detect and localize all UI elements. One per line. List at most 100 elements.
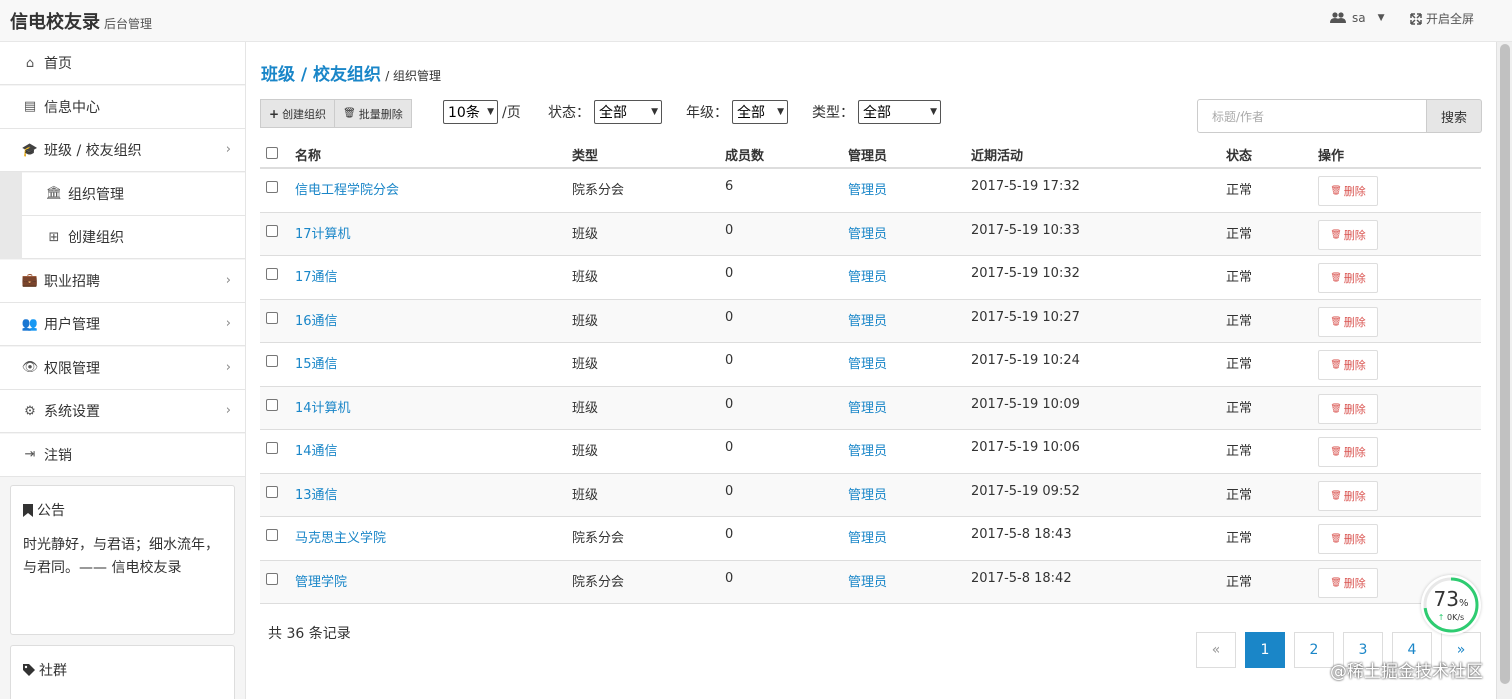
select-all-checkbox[interactable] (266, 139, 278, 167)
status-select[interactable]: 全部 ▼ (594, 100, 662, 124)
admin-link[interactable]: 管理员 (848, 387, 887, 430)
chevron-right-icon: › (225, 142, 231, 157)
table-row: 16通信 班级 0 管理员 2017-5-19 10:27 正常 🗑 删除 (260, 299, 1481, 343)
create-org-button[interactable]: + 创建组织 (260, 99, 336, 128)
page-scrollbar[interactable] (1496, 42, 1512, 699)
recent-activity: 2017-5-19 10:06 (971, 440, 1080, 455)
table-body: 信电工程学院分会 院系分会 6 管理员 2017-5-19 17:32 正常 🗑 删除 17计算… (260, 169, 1481, 604)
delete-button[interactable]: 🗑 删除 (1318, 306, 1378, 337)
table-header: 名称 类型 成员数 管理员 近期活动 状态 操作 (260, 139, 1481, 169)
row-checkbox[interactable] (266, 256, 278, 299)
sidebar-item-permissions[interactable]: 👁 权限管理 › (0, 346, 245, 390)
delete-button[interactable]: 🗑 删除 (1318, 393, 1378, 424)
admin-link[interactable]: 管理员 (848, 517, 887, 560)
community-header: 社群 (23, 660, 222, 680)
page-size-select[interactable]: 10条 ▼ (443, 100, 498, 124)
admin-link[interactable]: 管理员 (848, 561, 887, 604)
search-input[interactable]: 标题/作者 (1197, 99, 1427, 133)
org-name-link[interactable]: 信电工程学院分会 (295, 169, 399, 212)
page-button-2[interactable]: 2 (1294, 632, 1334, 668)
delete-button[interactable]: 🗑 删除 (1318, 350, 1378, 380)
org-name-link[interactable]: 13通信 (295, 474, 338, 517)
admin-link[interactable]: 管理员 (848, 430, 887, 473)
page-button-1[interactable]: 1 (1245, 632, 1285, 668)
sidebar-item-users[interactable]: 👥 用户管理 › (0, 303, 245, 346)
org-status: 正常 (1226, 487, 1253, 503)
row-checkbox[interactable] (266, 561, 278, 604)
sidebar-item-create-org[interactable]: ⊞ 创建组织 (22, 216, 245, 259)
org-type: 班级 (572, 313, 599, 329)
row-checkbox[interactable] (266, 213, 278, 256)
notice-panel: 公告 时光静好，与君语；细水流年，与君同。—— 信电校友录 (10, 485, 235, 635)
delete-button[interactable]: 🗑 删除 (1318, 524, 1378, 554)
org-name-link[interactable]: 14通信 (295, 430, 338, 473)
sidebar-item-settings[interactable]: ⚙ 系统设置 › (0, 390, 245, 433)
action-cell: 🗑 删除 (1318, 561, 1378, 604)
chevron-right-icon: › (225, 359, 231, 375)
delete-button[interactable]: 🗑 删除 (1318, 263, 1378, 293)
row-checkbox[interactable] (266, 430, 278, 473)
chevron-down-icon: ▼ (930, 107, 937, 117)
delete-button[interactable]: 🗑 删除 (1318, 176, 1378, 206)
column-header-activity: 近期活动 (971, 149, 1024, 164)
recent-activity: 2017-5-8 18:42 (971, 570, 1072, 586)
brand[interactable]: 信电校友录 后台管理 (10, 8, 152, 34)
prev-page-button[interactable]: « (1196, 632, 1236, 668)
org-name-link[interactable]: 14计算机 (295, 387, 351, 430)
table-row: 15通信 班级 0 管理员 2017-5-19 10:24 正常 🗑 删除 (260, 343, 1481, 387)
column-header-type: 类型 (572, 149, 599, 164)
org-name-link[interactable]: 17通信 (295, 256, 338, 299)
search-button[interactable]: 搜索 (1427, 99, 1482, 133)
user-menu[interactable]: sa ▼ (1330, 11, 1385, 25)
row-checkbox[interactable] (266, 300, 278, 343)
org-status: 正常 (1226, 400, 1253, 416)
row-checkbox[interactable] (266, 343, 278, 386)
type-select[interactable]: 全部 ▼ (858, 100, 941, 124)
gauge-speed: ↑ 0K/s (1437, 613, 1465, 622)
admin-link[interactable]: 管理员 (848, 213, 887, 256)
org-name-link[interactable]: 16通信 (295, 300, 338, 343)
trash-icon: 🗑 (343, 108, 356, 119)
chevron-right-icon: › (225, 272, 231, 288)
delete-button[interactable]: 🗑 删除 (1318, 437, 1378, 467)
trash-icon: 🗑 (1330, 534, 1342, 544)
admin-link[interactable]: 管理员 (848, 474, 887, 517)
scrollbar-thumb[interactable] (1500, 44, 1510, 684)
org-name-link[interactable]: 管理学院 (295, 561, 347, 604)
member-count: 0 (725, 266, 734, 281)
delete-button[interactable]: 🗑 删除 (1318, 567, 1378, 598)
upload-arrow-icon: ↑ (1437, 613, 1445, 622)
member-count: 0 (725, 222, 734, 238)
delete-button[interactable]: 🗑 删除 (1318, 480, 1378, 511)
org-type: 班级 (572, 444, 599, 459)
action-cell: 🗑 删除 (1318, 213, 1378, 256)
admin-link[interactable]: 管理员 (848, 256, 887, 299)
row-checkbox[interactable] (266, 169, 278, 212)
sidebar-item-org-manage[interactable]: 🏛 组织管理 (22, 172, 245, 216)
admin-link[interactable]: 管理员 (848, 343, 887, 386)
column-header-members: 成员数 (725, 149, 765, 164)
sidebar-item-info-center[interactable]: ▤ 信息中心 (0, 85, 245, 129)
org-name-link[interactable]: 15通信 (295, 343, 338, 386)
row-checkbox[interactable] (266, 517, 278, 560)
row-checkbox[interactable] (266, 387, 278, 430)
admin-link[interactable]: 管理员 (848, 169, 887, 212)
network-speed-gauge[interactable]: 73% ↑ 0K/s (1421, 575, 1481, 635)
delete-button[interactable]: 🗑 删除 (1318, 219, 1378, 250)
member-count: 6 (725, 179, 734, 194)
batch-delete-button[interactable]: 🗑 批量删除 (335, 99, 412, 128)
member-count: 0 (725, 570, 734, 586)
org-name-link[interactable]: 17计算机 (295, 213, 351, 256)
fullscreen-button[interactable]: 开启全屏 (1410, 10, 1474, 27)
row-checkbox[interactable] (266, 474, 278, 517)
org-status: 正常 (1226, 270, 1253, 285)
page-size-value: 10条 (448, 105, 480, 121)
action-cell: 🗑 删除 (1318, 387, 1378, 430)
admin-link[interactable]: 管理员 (848, 300, 887, 343)
sidebar-item-class-org[interactable]: 🎓 班级 / 校友组织 › (0, 129, 245, 172)
sidebar-item-jobs[interactable]: 💼 职业招聘 › (0, 259, 245, 303)
org-name-link[interactable]: 马克思主义学院 (295, 517, 386, 560)
grade-select[interactable]: 全部 ▼ (732, 100, 788, 124)
sidebar-item-home[interactable]: ⌂ 首页 (0, 42, 245, 85)
sidebar-item-logout[interactable]: ⇥ 注销 (0, 433, 245, 477)
